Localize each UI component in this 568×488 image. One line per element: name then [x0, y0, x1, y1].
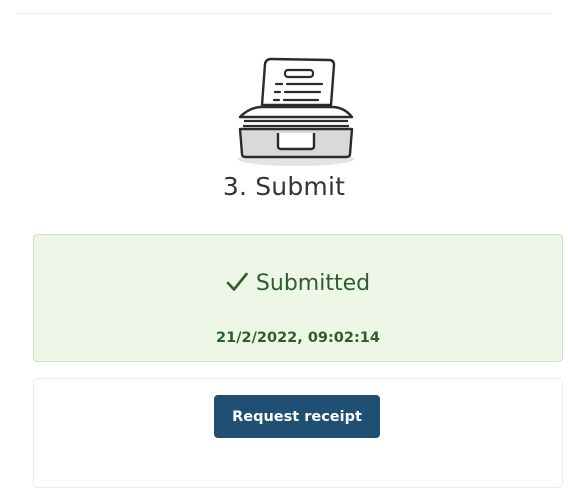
step-title: 3. Submit [222, 172, 346, 201]
submission-status-box: Submitted 21/2/2022, 09:02:14 [33, 234, 563, 362]
check-icon [226, 272, 248, 291]
request-receipt-button[interactable]: Request receipt [214, 395, 380, 438]
receipt-action-panel: Request receipt [33, 378, 563, 488]
status-label: Submitted [255, 271, 371, 296]
status-line: Submitted [34, 271, 562, 296]
top-divider [16, 13, 552, 14]
submitted-timestamp: 21/2/2022, 09:02:14 [216, 330, 380, 346]
document-tray-icon [238, 57, 354, 166]
